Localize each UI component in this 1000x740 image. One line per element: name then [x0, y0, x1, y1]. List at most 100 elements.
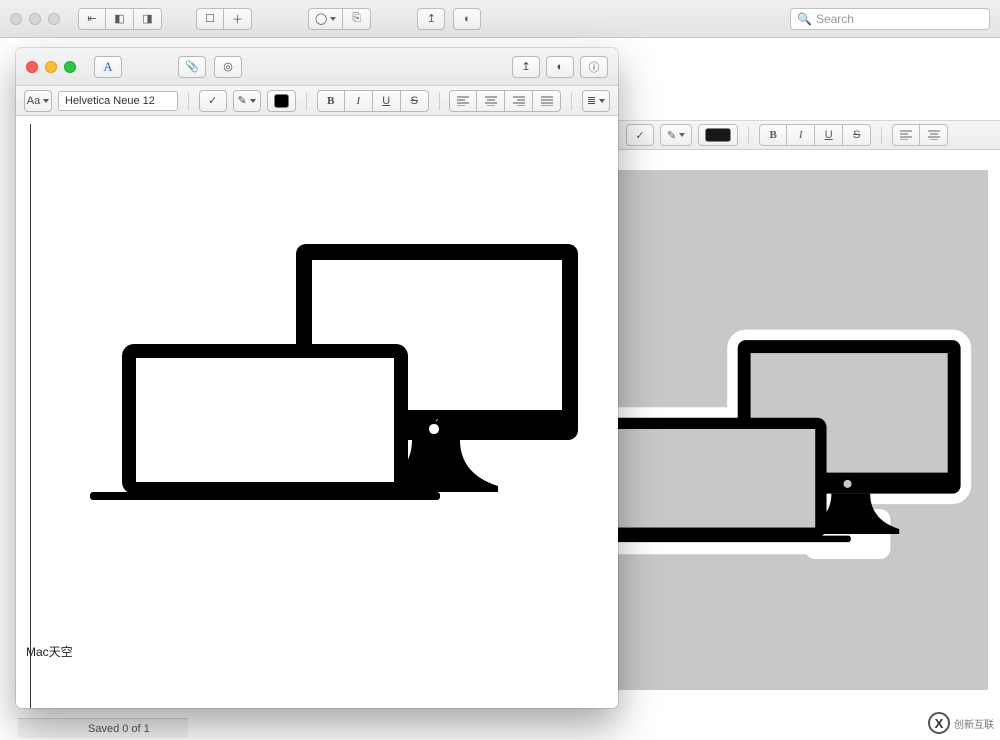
add-people-icon: ◐	[557, 61, 564, 73]
list-button[interactable]: ≣	[582, 90, 610, 112]
strike-button[interactable]: S	[401, 90, 429, 112]
paperclip-icon: 📎	[185, 60, 199, 73]
back-devices-sticker	[560, 290, 980, 620]
tray-button-back[interactable]: ⎘	[343, 8, 371, 30]
aa-label: Aa	[27, 95, 40, 107]
align-justify-button[interactable]	[533, 90, 561, 112]
corner-watermark: X 创新互联	[928, 712, 994, 734]
compose-icon: ☐	[205, 12, 215, 25]
note-text: Mac天空	[26, 643, 73, 660]
chevron-down-icon	[43, 99, 49, 103]
sidebar-collapse-button[interactable]: ⇤	[78, 8, 106, 30]
divider	[571, 92, 572, 110]
font-picker[interactable]: Helvetica Neue 12	[58, 91, 178, 111]
status-text: Saved 0 of 1	[88, 723, 150, 735]
close-button[interactable]	[26, 61, 38, 73]
divider	[439, 92, 440, 110]
compass-icon: ◎	[223, 60, 233, 73]
share-icon: ↥	[427, 12, 436, 25]
format-toggle-button[interactable]: A	[94, 56, 122, 78]
chevron-down-icon	[250, 99, 256, 103]
close-dot-inactive[interactable]	[10, 13, 22, 25]
status-bar: Saved 0 of 1	[18, 718, 188, 738]
back-italic-button[interactable]: I	[787, 124, 815, 146]
minimize-dot-inactive[interactable]	[29, 13, 41, 25]
back-strike-button[interactable]: S	[843, 124, 871, 146]
align-right-button[interactable]	[505, 90, 533, 112]
italic-button[interactable]: I	[345, 90, 373, 112]
back-check-button[interactable]: ✓	[626, 124, 654, 146]
compose-button-back[interactable]: ☐	[196, 8, 224, 30]
chevron-down-icon	[679, 133, 685, 137]
front-traffic-lights	[26, 61, 76, 73]
back-underline-button[interactable]: U	[815, 124, 843, 146]
location-button[interactable]: ◎	[214, 56, 242, 78]
circle-icon: ◯	[315, 12, 327, 25]
back-pencil-button[interactable]: ✎	[660, 124, 692, 146]
share-button-back[interactable]: ↥	[417, 8, 445, 30]
front-titlebar-right: ↥ ◐ ⓘ	[512, 56, 608, 78]
add-button-back[interactable]: ＋	[224, 8, 252, 30]
divider	[881, 126, 882, 144]
share-icon: ↥	[521, 60, 530, 73]
collapse-icon: ⇤	[87, 12, 96, 25]
check-icon: ✓	[635, 129, 644, 142]
divider	[306, 92, 307, 110]
align-group	[449, 90, 561, 112]
back-style-group: B I U S	[759, 124, 871, 146]
corner-logo-text: 创新互联	[954, 716, 994, 731]
add-people-icon: ◐	[464, 13, 471, 25]
note-canvas[interactable]: Mac天空	[16, 116, 618, 708]
search-input[interactable]: 🔍 Search	[790, 8, 990, 30]
pencil-icon: ✎	[237, 94, 246, 107]
tray-icon: ⎘	[352, 12, 361, 25]
checklist-button[interactable]: ✓	[199, 90, 227, 112]
front-window: A 📎 ◎ ↥ ◐ ⓘ Aa Helvetica Neue 12 ✓ ✎ B I…	[16, 48, 618, 708]
text-style-button[interactable]: Aa	[24, 90, 52, 112]
info-icon: ⓘ	[589, 59, 600, 75]
add-people-button-back[interactable]: ◐	[453, 8, 481, 30]
align-center-button[interactable]	[477, 90, 505, 112]
search-icon: 🔍	[797, 12, 812, 26]
record-button-back[interactable]: ◯	[308, 8, 343, 30]
text-cursor	[30, 124, 31, 708]
zoom-button[interactable]	[64, 61, 76, 73]
back-note-selection	[610, 170, 988, 690]
back-bold-button[interactable]: B	[759, 124, 787, 146]
style-group: B I U S	[317, 90, 429, 112]
back-format-bar: ✓ ✎ B I U S	[616, 120, 1000, 150]
minimize-button[interactable]	[45, 61, 57, 73]
bold-button[interactable]: B	[317, 90, 345, 112]
chevron-down-icon	[330, 17, 336, 21]
color-black-icon	[705, 128, 731, 142]
divider	[748, 126, 749, 144]
attach-button[interactable]: 📎	[178, 56, 206, 78]
list-icon: ≣	[587, 94, 596, 107]
align-left-button[interactable]	[449, 90, 477, 112]
plus-icon: ＋	[232, 11, 243, 27]
back-align-center[interactable]	[920, 124, 948, 146]
text-color-button[interactable]	[267, 90, 297, 112]
back-align-left[interactable]	[892, 124, 920, 146]
share-button[interactable]: ↥	[512, 56, 540, 78]
chevron-down-icon	[599, 99, 605, 103]
panel-right-icon: ◨	[142, 12, 152, 25]
search-placeholder: Search	[816, 12, 854, 26]
divider	[188, 92, 189, 110]
panel-right-button[interactable]: ◨	[134, 8, 162, 30]
corner-logo-icon: X	[928, 712, 950, 734]
zoom-dot-inactive[interactable]	[48, 13, 60, 25]
panel-left-icon: ◧	[114, 12, 124, 25]
back-color-swatch[interactable]	[698, 124, 738, 146]
info-button[interactable]: ⓘ	[580, 56, 608, 78]
highlight-button[interactable]: ✎	[233, 90, 261, 112]
back-note-canvas	[616, 150, 1000, 710]
add-people-button[interactable]: ◐	[546, 56, 574, 78]
check-icon: ✓	[208, 94, 217, 107]
color-black-icon	[274, 94, 290, 108]
back-align-group	[892, 124, 948, 146]
font-label: Helvetica Neue 12	[65, 95, 155, 107]
panel-left-button[interactable]: ◧	[106, 8, 134, 30]
underline-button[interactable]: U	[373, 90, 401, 112]
back-traffic-lights	[10, 13, 60, 25]
